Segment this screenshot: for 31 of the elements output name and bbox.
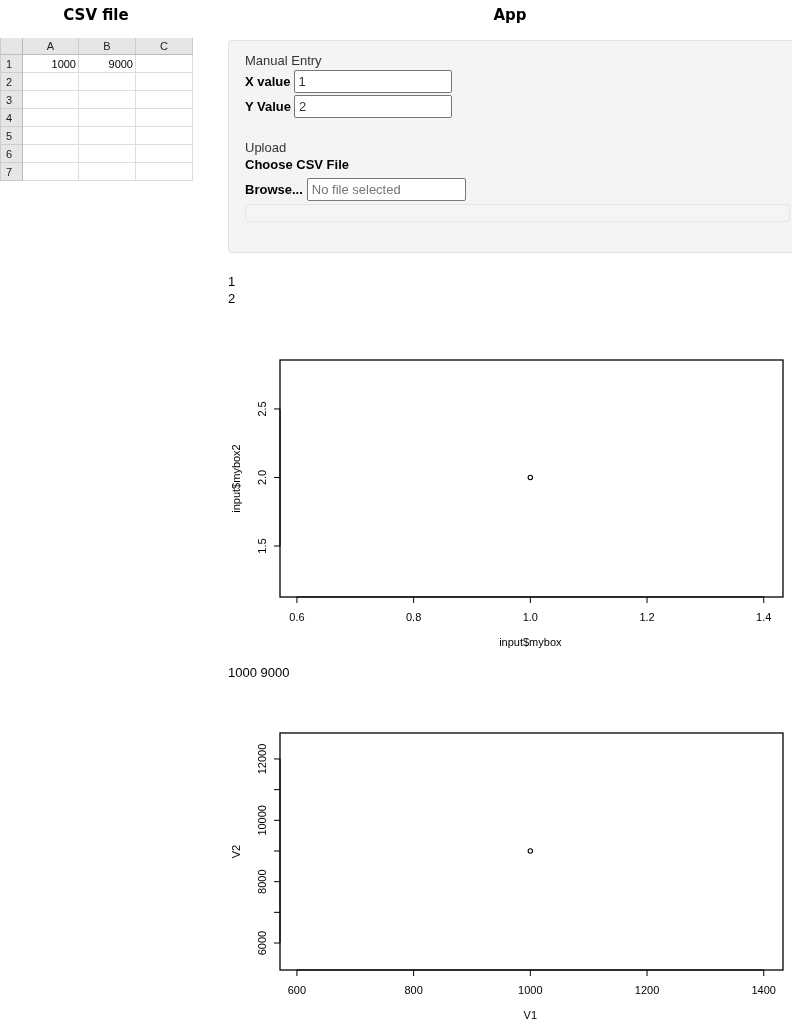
field-label: X value <box>245 74 291 89</box>
x-tick-label: 1.4 <box>756 611 772 623</box>
x-axis-label: V1 <box>523 1009 538 1021</box>
y-tick-label: 2.5 <box>256 401 268 417</box>
x-tick-label: 1.2 <box>639 611 655 623</box>
output-text: 2 <box>228 290 237 307</box>
x-tick-label: 1000 <box>518 984 543 996</box>
x-tick-label: 1400 <box>751 984 776 996</box>
x-tick-label: 800 <box>404 984 423 996</box>
y-axis-label: input$mybox2 <box>230 444 242 513</box>
x-tick-label: 1.0 <box>522 611 538 623</box>
x-tick-label: 0.8 <box>406 611 422 623</box>
y-tick-label: 12000 <box>256 743 268 775</box>
section-heading: Manual Entry <box>245 53 323 68</box>
output-text: 1000 9000 <box>228 665 291 682</box>
x-tick-label: 0.6 <box>289 611 305 623</box>
y-tick-label: 1.5 <box>256 538 268 554</box>
section-title: CSV file <box>63 6 129 24</box>
y-tick-label: 6000 <box>256 930 268 956</box>
field-label: Choose CSV File <box>245 157 351 172</box>
section-title: App <box>493 6 527 24</box>
x-axis-label: input$mybox <box>499 636 562 648</box>
y-tick-label: 2.0 <box>256 469 268 486</box>
section-heading: Upload <box>245 140 288 155</box>
x-tick-label: 600 <box>287 984 307 996</box>
x-tick-label: 1200 <box>634 984 660 996</box>
y-axis-label: V2 <box>230 844 242 859</box>
field-label: Y Value <box>245 99 291 114</box>
y-tick-label: 10000 <box>256 805 268 836</box>
output-text: 1 <box>228 273 237 290</box>
y-tick-label: 8000 <box>256 869 268 894</box>
